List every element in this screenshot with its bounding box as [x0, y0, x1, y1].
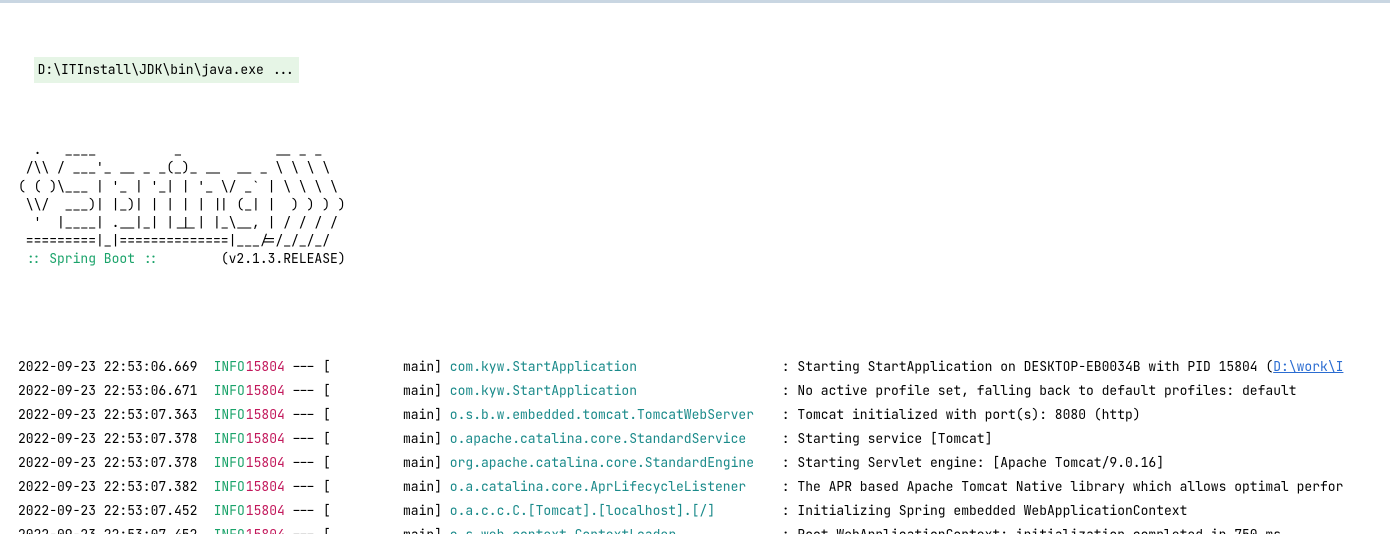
log-message: Starting StartApplication on DESKTOP-EB0… — [797, 358, 1273, 375]
log-colon: : — [774, 502, 797, 519]
log-row: 2022-09-23 22:53:07.452 INFO 15804 --- [… — [18, 523, 1390, 534]
log-timestamp: 2022-09-23 22:53:07.382 — [18, 475, 198, 499]
spring-boot-version: (v2.1.3.RELEASE) — [221, 250, 346, 267]
banner-ascii: . ____ _ __ _ _ /\\ / ___'_ __ _ _(_)_ _… — [18, 141, 346, 249]
log-timestamp: 2022-09-23 22:53:07.363 — [18, 403, 198, 427]
log-thread: main] — [324, 403, 442, 427]
log-level: INFO — [198, 379, 238, 403]
log-level: INFO — [198, 355, 238, 379]
log-message: Starting service [Tomcat] — [797, 430, 992, 447]
log-separator: --- [ — [284, 475, 324, 499]
log-level: INFO — [198, 523, 238, 534]
log-timestamp: 2022-09-23 22:53:07.452 — [18, 523, 198, 534]
log-message: Initializing Spring embedded WebApplicat… — [797, 502, 1187, 519]
log-message: Starting Servlet engine: [Apache Tomcat/… — [797, 454, 1164, 471]
command-line: D:\ITInstall\JDK\bin\java.exe ... — [34, 57, 299, 83]
log-logger: com.kyw.StartApplication — [442, 355, 774, 379]
spring-boot-label: :: Spring Boot :: — [18, 250, 158, 267]
log-colon: : — [774, 526, 797, 534]
console-output[interactable]: D:\ITInstall\JDK\bin\java.exe ... . ____… — [0, 3, 1390, 534]
log-colon: : — [774, 358, 797, 375]
log-thread: main] — [324, 427, 442, 451]
log-pid: 15804 — [238, 379, 284, 403]
log-logger: o.s.b.w.embedded.tomcat.TomcatWebServer — [442, 403, 774, 427]
log-row: 2022-09-23 22:53:07.378 INFO 15804 --- [… — [18, 451, 1390, 475]
log-row: 2022-09-23 22:53:06.671 INFO 15804 --- [… — [18, 379, 1390, 403]
log-pid: 15804 — [238, 427, 284, 451]
log-timestamp: 2022-09-23 22:53:07.378 — [18, 427, 198, 451]
log-thread: main] — [324, 451, 442, 475]
log-logger: o.a.c.c.C.[Tomcat].[localhost].[/] — [442, 499, 774, 523]
log-colon: : — [774, 430, 797, 447]
log-timestamp: 2022-09-23 22:53:06.671 — [18, 379, 198, 403]
log-message: The APR based Apache Tomcat Native libra… — [797, 478, 1343, 495]
log-thread: main] — [324, 379, 442, 403]
log-pid: 15804 — [238, 355, 284, 379]
log-thread: main] — [324, 355, 442, 379]
log-pid: 15804 — [238, 499, 284, 523]
log-pid: 15804 — [238, 403, 284, 427]
log-colon: : — [774, 406, 797, 423]
log-separator: --- [ — [284, 451, 324, 475]
log-output: 2022-09-23 22:53:06.669 INFO 15804 --- [… — [18, 355, 1390, 534]
log-level: INFO — [198, 451, 238, 475]
log-separator: --- [ — [284, 355, 324, 379]
log-thread: main] — [324, 475, 442, 499]
log-message: Tomcat initialized with port(s): 8080 (h… — [797, 406, 1140, 423]
log-separator: --- [ — [284, 523, 324, 534]
log-pid: 15804 — [238, 523, 284, 534]
log-pid: 15804 — [238, 475, 284, 499]
log-row: 2022-09-23 22:53:07.452 INFO 15804 --- [… — [18, 499, 1390, 523]
log-path-link[interactable]: D:\work\I — [1273, 358, 1343, 375]
log-thread: main] — [324, 499, 442, 523]
log-logger: o.s.web.context.ContextLoader — [442, 523, 774, 534]
log-colon: : — [774, 478, 797, 495]
log-message: No active profile set, falling back to d… — [797, 382, 1296, 399]
log-logger: org.apache.catalina.core.StandardEngine — [442, 451, 774, 475]
log-timestamp: 2022-09-23 22:53:07.378 — [18, 451, 198, 475]
log-level: INFO — [198, 475, 238, 499]
log-message: Root WebApplicationContext: initializati… — [797, 526, 1281, 534]
log-level: INFO — [198, 427, 238, 451]
log-separator: --- [ — [284, 403, 324, 427]
log-row: 2022-09-23 22:53:07.382 INFO 15804 --- [… — [18, 475, 1390, 499]
log-pid: 15804 — [238, 451, 284, 475]
log-separator: --- [ — [284, 499, 324, 523]
log-logger: o.apache.catalina.core.StandardService — [442, 427, 774, 451]
log-timestamp: 2022-09-23 22:53:06.669 — [18, 355, 198, 379]
log-row: 2022-09-23 22:53:07.378 INFO 15804 --- [… — [18, 427, 1390, 451]
spring-boot-banner: . ____ _ __ _ _ /\\ / ___'_ __ _ _(_)_ _… — [18, 131, 1390, 268]
log-separator: --- [ — [284, 427, 324, 451]
log-colon: : — [774, 382, 797, 399]
log-separator: --- [ — [284, 379, 324, 403]
log-row: 2022-09-23 22:53:06.669 INFO 15804 --- [… — [18, 355, 1390, 379]
log-colon: : — [774, 454, 797, 471]
log-thread: main] — [324, 523, 442, 534]
log-timestamp: 2022-09-23 22:53:07.452 — [18, 499, 198, 523]
log-logger: o.a.catalina.core.AprLifecycleListener — [442, 475, 774, 499]
log-logger: com.kyw.StartApplication — [442, 379, 774, 403]
log-row: 2022-09-23 22:53:07.363 INFO 15804 --- [… — [18, 403, 1390, 427]
log-level: INFO — [198, 403, 238, 427]
log-level: INFO — [198, 499, 238, 523]
